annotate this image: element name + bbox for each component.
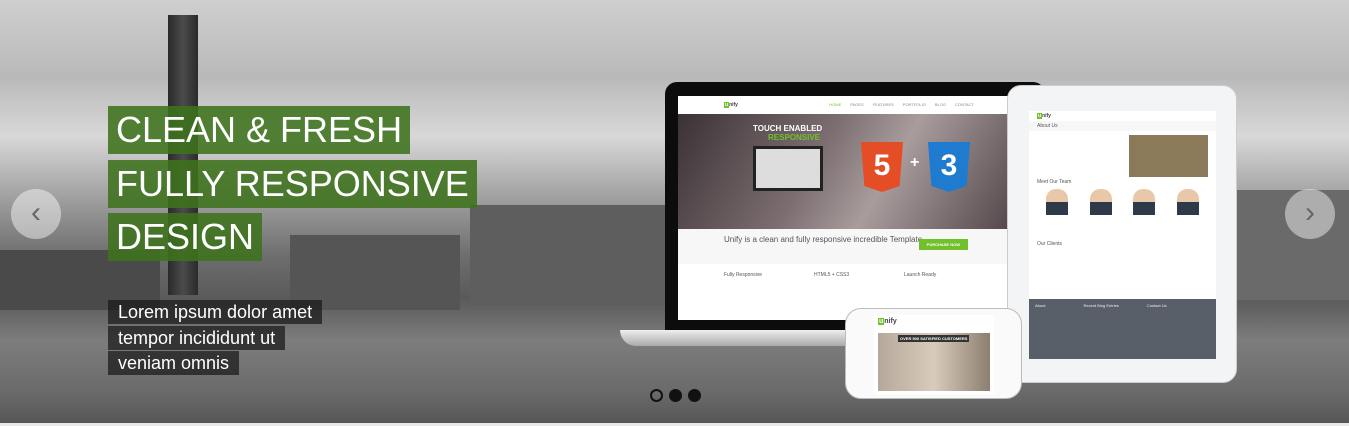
slide-pagination <box>650 389 701 402</box>
background-building <box>470 205 670 305</box>
caption-line-3: DESIGN <box>108 213 263 261</box>
chevron-right-icon[interactable]: › <box>1285 189 1335 239</box>
phone-banner: OVER 500 SATISFIED CUSTOMERS <box>898 335 970 342</box>
phone-screen: unify OVER 500 SATISFIED CUSTOMERS <box>874 315 994 394</box>
about-heading: About Us <box>1029 121 1216 131</box>
team-photos <box>1029 187 1216 217</box>
slide-dot-1[interactable] <box>650 389 663 402</box>
clients-heading: Our Clients <box>1037 241 1063 247</box>
mockup-footer: About Recent Blog Entries Contact Us <box>1029 299 1216 359</box>
plus-sign: + <box>910 154 920 171</box>
html5-logo: 5 <box>861 142 903 192</box>
video-thumbnail <box>1129 135 1208 177</box>
feature-item: HTML5 + CSS3 <box>814 272 850 278</box>
hero-slider: CLEAN & FRESH FULLY RESPONSIVE DESIGN Lo… <box>0 0 1349 426</box>
purchase-now-button: PURCHASE NOW <box>918 239 968 250</box>
phone-mockup: unify OVER 500 SATISFIED CUSTOMERS <box>845 308 1022 399</box>
team-heading: Meet Our Team <box>1037 179 1072 185</box>
feature-item: Fully Responsive <box>724 272 763 278</box>
subtext-line-3: veniam omnis <box>108 351 240 375</box>
background-building <box>290 235 460 310</box>
tablet-mockup: unify About Us Meet Our Team Our Clients… <box>1007 85 1237 383</box>
chevron-left-icon[interactable]: ‹ <box>11 189 61 239</box>
css3-logo: 3 <box>928 142 970 192</box>
device-thumbnail <box>753 146 823 191</box>
unify-logo: unify <box>724 102 738 108</box>
mockup-hero: TOUCH ENABLED RESPONSIVE 5 + 3 <box>678 114 1020 229</box>
tablet-screen: unify About Us Meet Our Team Our Clients… <box>1029 111 1216 359</box>
slide-dot-2[interactable] <box>669 389 682 402</box>
laptop-mockup: unify HOME PAGES FEATURES PORTFOLIO BLOG CONT… <box>665 82 1045 332</box>
caption-line-2: FULLY RESPONSIVE <box>108 160 477 208</box>
mockup-nav: HOME PAGES FEATURES PORTFOLIO BLOG CONTACT <box>829 102 974 107</box>
feature-item: Launch Ready <box>904 272 937 278</box>
laptop-screen: unify HOME PAGES FEATURES PORTFOLIO BLOG CONT… <box>678 96 1020 320</box>
caption-line-1: CLEAN & FRESH <box>108 106 411 154</box>
slide-dot-3[interactable] <box>688 389 701 402</box>
subtext-line-2: tempor incididunt ut <box>108 326 286 350</box>
subtext-line-1: Lorem ipsum dolor amet <box>108 300 323 324</box>
